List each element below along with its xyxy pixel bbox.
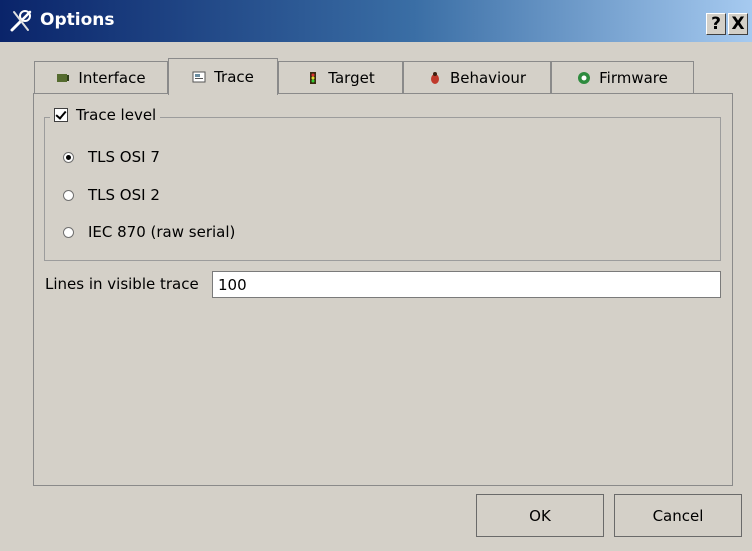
radio-label: IEC 870 (raw serial) [88,223,236,241]
tab-target[interactable]: Target [278,61,403,93]
radio-tls-osi-2[interactable]: TLS OSI 2 [63,186,160,204]
radio-button[interactable] [63,151,74,163]
tab-interface-label: Interface [78,68,146,87]
tab-firmware-label: Firmware [599,68,668,87]
tab-trace[interactable]: Trace [168,58,278,95]
trace-level-legend: Trace level [50,106,161,124]
close-button[interactable]: X [728,13,748,35]
tab-trace-label: Trace [214,68,254,86]
trace-level-label: Trace level [76,106,157,124]
firmware-icon [578,71,591,84]
trace-icon [192,71,206,83]
title-bar: Options ? X [0,0,752,42]
lines-visible-label: Lines in visible trace [45,275,199,293]
radio-button[interactable] [63,189,74,201]
radio-iec-870[interactable]: IEC 870 (raw serial) [63,223,235,241]
help-button[interactable]: ? [706,13,726,35]
target-icon [310,71,317,84]
interface-icon [57,73,70,82]
tab-target-label: Target [328,68,375,87]
lines-visible-input[interactable] [212,271,721,298]
behaviour-icon [430,71,439,84]
window-title: Options [40,10,115,30]
tab-interface[interactable]: Interface [34,61,168,93]
radio-button[interactable] [63,226,74,238]
ok-button[interactable]: OK [476,494,604,537]
tools-icon [10,10,32,32]
tab-behaviour[interactable]: Behaviour [403,61,551,93]
radio-tls-osi-7[interactable]: TLS OSI 7 [63,148,160,166]
radio-label: TLS OSI 2 [88,186,160,204]
tab-firmware[interactable]: Firmware [551,61,694,93]
tab-behaviour-label: Behaviour [449,68,527,87]
cancel-button[interactable]: Cancel [614,494,742,537]
trace-level-checkbox[interactable] [54,108,68,122]
radio-label: TLS OSI 7 [88,148,160,166]
